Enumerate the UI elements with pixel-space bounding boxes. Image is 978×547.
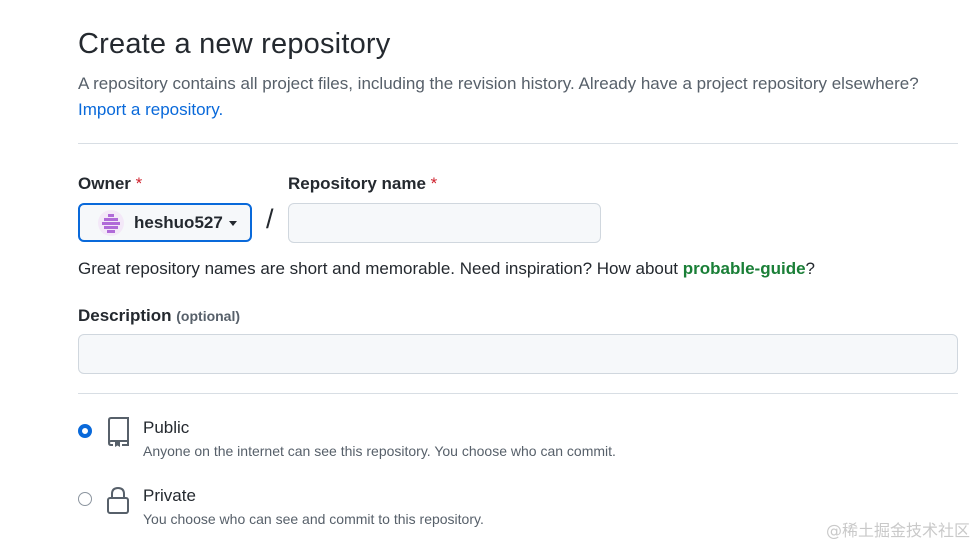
hint-end: ?	[805, 259, 816, 278]
description-input[interactable]	[78, 334, 958, 374]
page-title: Create a new repository	[78, 28, 391, 60]
private-description: You choose who can see and commit to thi…	[143, 511, 484, 527]
repo-icon	[108, 417, 129, 447]
divider	[78, 143, 958, 144]
description-label-text: Description	[78, 306, 172, 325]
required-mark: *	[135, 174, 143, 193]
public-title: Public	[143, 418, 190, 437]
caret-down-icon	[228, 221, 237, 226]
lock-icon	[107, 486, 129, 514]
private-title: Private	[143, 486, 196, 505]
required-mark: *	[430, 174, 438, 193]
owner-name: heshuo527	[134, 212, 223, 232]
hint-text: Great repository names are short and mem…	[78, 259, 683, 278]
owner-label-text: Owner	[78, 174, 131, 193]
name-hint: Great repository names are short and mem…	[78, 259, 815, 279]
repo-name-label: Repository name *	[288, 174, 437, 194]
description-label: Description (optional)	[78, 306, 240, 326]
owner-select-button[interactable]: heshuo527	[78, 203, 252, 242]
intro-description: A repository contains all project files,…	[78, 74, 919, 93]
divider	[78, 393, 958, 394]
private-radio[interactable]	[78, 492, 92, 506]
owner-label: Owner *	[78, 174, 142, 194]
intro-text: A repository contains all project files,…	[78, 71, 958, 123]
watermark: @稀土掘金技术社区	[825, 521, 970, 540]
public-description: Anyone on the internet can see this repo…	[143, 443, 616, 459]
name-suggestion-link[interactable]: probable-guide	[683, 259, 806, 278]
owner-repo-separator: /	[266, 204, 274, 234]
avatar	[98, 209, 124, 236]
optional-tag: (optional)	[176, 308, 241, 324]
import-repository-link[interactable]: Import a repository.	[78, 100, 223, 119]
repo-name-input[interactable]	[288, 203, 601, 243]
public-radio[interactable]	[78, 424, 92, 438]
repo-name-label-text: Repository name	[288, 174, 426, 193]
